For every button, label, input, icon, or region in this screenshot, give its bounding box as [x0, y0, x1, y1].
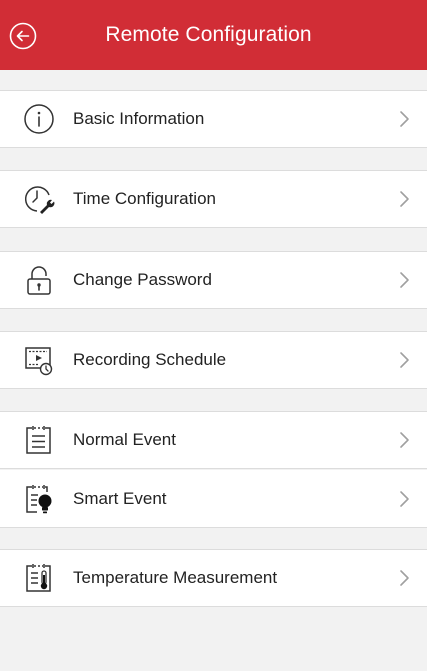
- chevron-right-icon: [400, 432, 409, 448]
- chevron-right-icon: [400, 191, 409, 207]
- menu-item-temperature-measurement[interactable]: Temperature Measurement: [0, 549, 427, 607]
- menu-item-smart-event[interactable]: Smart Event: [0, 470, 427, 528]
- menu-item-basic-information[interactable]: Basic Information: [0, 90, 427, 148]
- menu-item-change-password[interactable]: Change Password: [0, 251, 427, 309]
- page-title: Remote Configuration: [105, 23, 312, 46]
- menu-item-label: Recording Schedule: [73, 350, 227, 369]
- chevron-right-icon: [400, 490, 409, 507]
- menu-item-label: Time Configuration: [73, 189, 216, 208]
- info-icon: [22, 102, 56, 136]
- chevron-right-icon: [400, 352, 409, 368]
- menu-item-label: Smart Event: [73, 488, 167, 508]
- smart-event-icon: [22, 482, 56, 516]
- clock-wrench-icon: [22, 182, 56, 216]
- menu-item-label: Change Password: [73, 270, 212, 289]
- menu-item-recording-schedule[interactable]: Recording Schedule: [0, 331, 427, 389]
- app-header: Remote Configuration: [0, 0, 427, 70]
- chevron-right-icon: [400, 272, 409, 288]
- chevron-right-icon: [400, 570, 409, 586]
- menu-item-label: Normal Event: [73, 430, 176, 449]
- recording-schedule-icon: [22, 343, 56, 377]
- menu-item-label: Temperature Measurement: [73, 568, 278, 587]
- menu-item-time-configuration[interactable]: Time Configuration: [0, 170, 427, 228]
- normal-event-icon: [22, 423, 56, 457]
- menu-item-normal-event[interactable]: Normal Event: [0, 411, 427, 469]
- temperature-icon: [22, 561, 56, 595]
- chevron-right-icon: [400, 111, 409, 127]
- lock-icon: [22, 263, 56, 297]
- menu-item-label: Basic Information: [73, 109, 205, 128]
